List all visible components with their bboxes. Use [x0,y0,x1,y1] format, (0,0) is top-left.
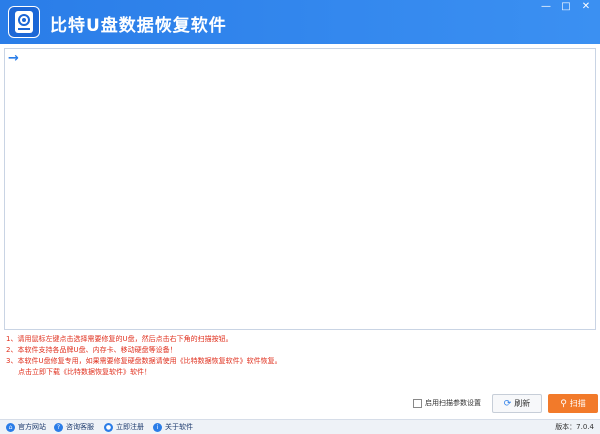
home-icon: ⌂ [6,422,15,432]
checkbox[interactable] [413,398,422,408]
close-button[interactable]: ✕ [576,0,596,14]
action-bar: 启用扫描参数设置 ⟳ 刷新 ⚲ 扫描 [0,392,600,416]
status-link-label: 官方网站 [18,423,46,431]
download-link[interactable]: 点击立即下载《比特数据恢复软件》软件！ [6,367,596,378]
note-line: 2、本软件支持各品牌U盘、内存卡、移动硬盘等设备！ [6,346,177,354]
arrow-right-icon: → [8,51,19,66]
register-link[interactable]: ● 立即注册 [104,422,144,432]
title-bar: 比特U盘数据恢复软件 — □ ✕ [0,0,600,44]
refresh-icon: ⟳ [503,398,512,409]
search-icon: ⚲ [560,398,567,409]
version-label: 版本：7.0.4 [555,423,594,431]
scan-label: 扫描 [569,399,586,408]
refresh-label: 刷新 [514,399,531,408]
chat-icon: ? [54,422,63,432]
checkbox-label: 启用扫描参数设置 [425,399,481,407]
official-site-link[interactable]: ⌂ 官方网站 [6,422,46,432]
app-logo-icon [8,6,40,38]
support-link[interactable]: ? 咨询客服 [54,422,94,432]
status-link-label: 咨询客服 [66,423,94,431]
info-icon: i [153,422,162,432]
minimize-button[interactable]: — [536,0,556,14]
device-list-panel[interactable]: → [4,48,596,330]
refresh-button[interactable]: ⟳ 刷新 [492,394,542,413]
note-line: 1、请用鼠标左键点击选择需要修复的U盘，然后点击右下角的扫描按钮。 [6,335,233,343]
status-bar: ⌂ 官方网站 ? 咨询客服 ● 立即注册 i 关于软件 版本：7.0.4 [0,419,600,434]
instructions: 1、请用鼠标左键点击选择需要修复的U盘，然后点击右下角的扫描按钮。 2、本软件支… [6,334,596,378]
status-link-label: 立即注册 [116,423,144,431]
user-icon: ● [104,422,113,432]
scan-button[interactable]: ⚲ 扫描 [548,394,598,413]
about-link[interactable]: i 关于软件 [153,422,193,432]
app-title: 比特U盘数据恢复软件 [50,16,227,36]
window-controls: — □ ✕ [536,0,596,14]
note-line: 3、本软件U盘修复专用，如果需要修复硬盘数据请使用《比特数据恢复软件》软件恢复。 [6,357,282,365]
maximize-button[interactable]: □ [556,0,576,14]
scan-settings-toggle[interactable]: 启用扫描参数设置 [413,398,481,408]
status-link-label: 关于软件 [165,423,193,431]
